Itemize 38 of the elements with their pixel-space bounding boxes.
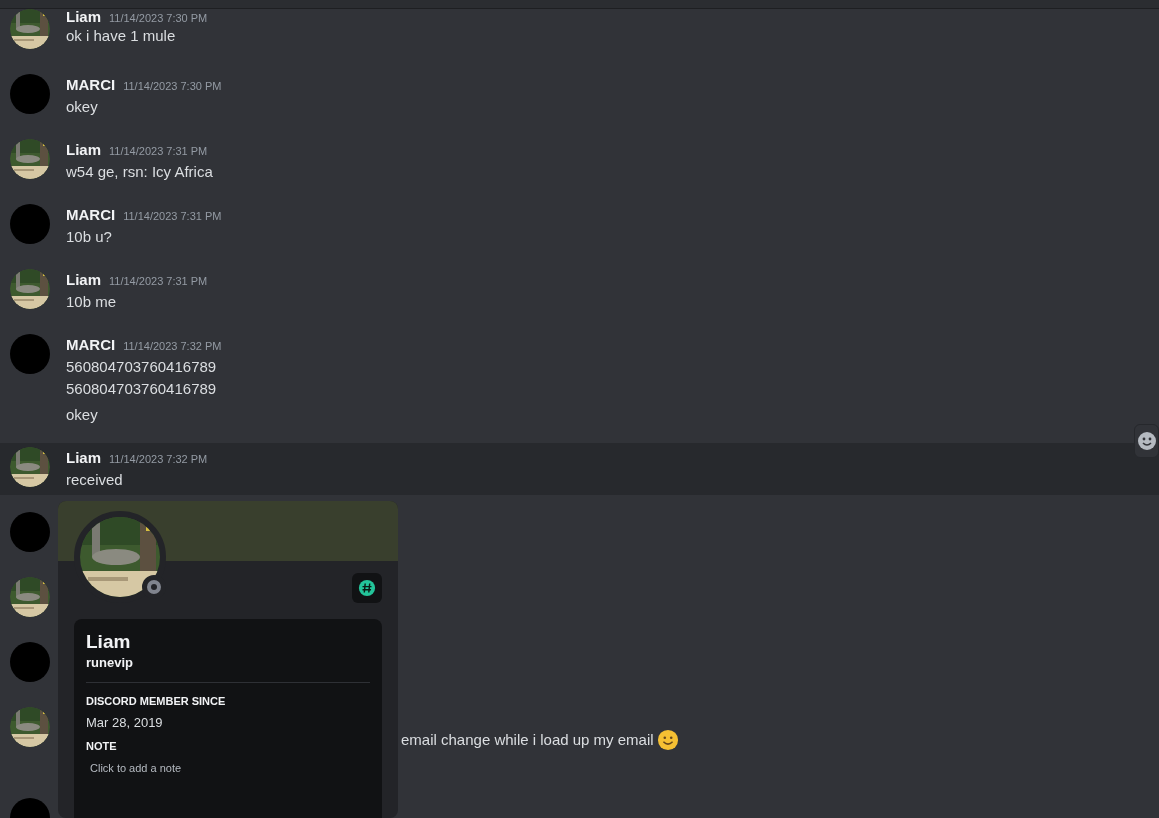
timestamp: 11/14/2023 7:30 PM	[109, 11, 208, 26]
message-text: email change while i load up my email	[401, 730, 654, 750]
username[interactable]: Liam	[66, 269, 101, 291]
message-text: 560804703760416789	[66, 379, 218, 399]
message-text: received	[66, 470, 124, 490]
note-field[interactable]: Click to add a note	[86, 758, 294, 778]
add-reaction-button[interactable]	[1134, 424, 1159, 458]
section-heading: NOTE	[86, 740, 118, 752]
username[interactable]: Liam	[66, 9, 101, 25]
message-text: okey	[66, 405, 99, 425]
username: runevip	[86, 655, 134, 670]
smiley-icon	[1136, 431, 1157, 451]
timestamp: 11/14/2023 7:32 PM	[109, 452, 208, 467]
timestamp: 11/14/2023 7:32 PM	[123, 339, 222, 354]
avatar[interactable]	[10, 204, 50, 244]
username[interactable]: MARCI	[66, 334, 116, 356]
avatar[interactable]	[10, 642, 50, 682]
display-name: Liam	[86, 631, 132, 653]
member-since-date: Mar 28, 2019	[86, 715, 164, 730]
message-text: 10b u?	[66, 227, 113, 247]
section-heading: DISCORD MEMBER SINCE	[86, 695, 227, 707]
timestamp: 11/14/2023 7:31 PM	[109, 274, 208, 289]
avatar[interactable]	[10, 74, 50, 114]
hash-badge-icon	[352, 573, 382, 603]
timestamp: 11/14/2023 7:31 PM	[123, 209, 222, 224]
avatar[interactable]	[10, 512, 50, 552]
message-text: 10b me	[66, 292, 118, 312]
message-text: okey	[66, 97, 99, 117]
timestamp: 11/14/2023 7:30 PM	[123, 79, 222, 94]
avatar[interactable]	[10, 334, 50, 374]
username[interactable]: MARCI	[66, 204, 116, 226]
message-text: w54 ge, rsn: Icy Africa	[66, 162, 214, 182]
username[interactable]: MARCI	[66, 74, 116, 96]
message-text: 560804703760416789	[66, 357, 218, 377]
username[interactable]: Liam	[66, 139, 101, 161]
timestamp: 11/14/2023 7:31 PM	[109, 144, 208, 159]
message-text: ok i have 1 mule	[66, 26, 177, 46]
username[interactable]: Liam	[66, 447, 101, 469]
